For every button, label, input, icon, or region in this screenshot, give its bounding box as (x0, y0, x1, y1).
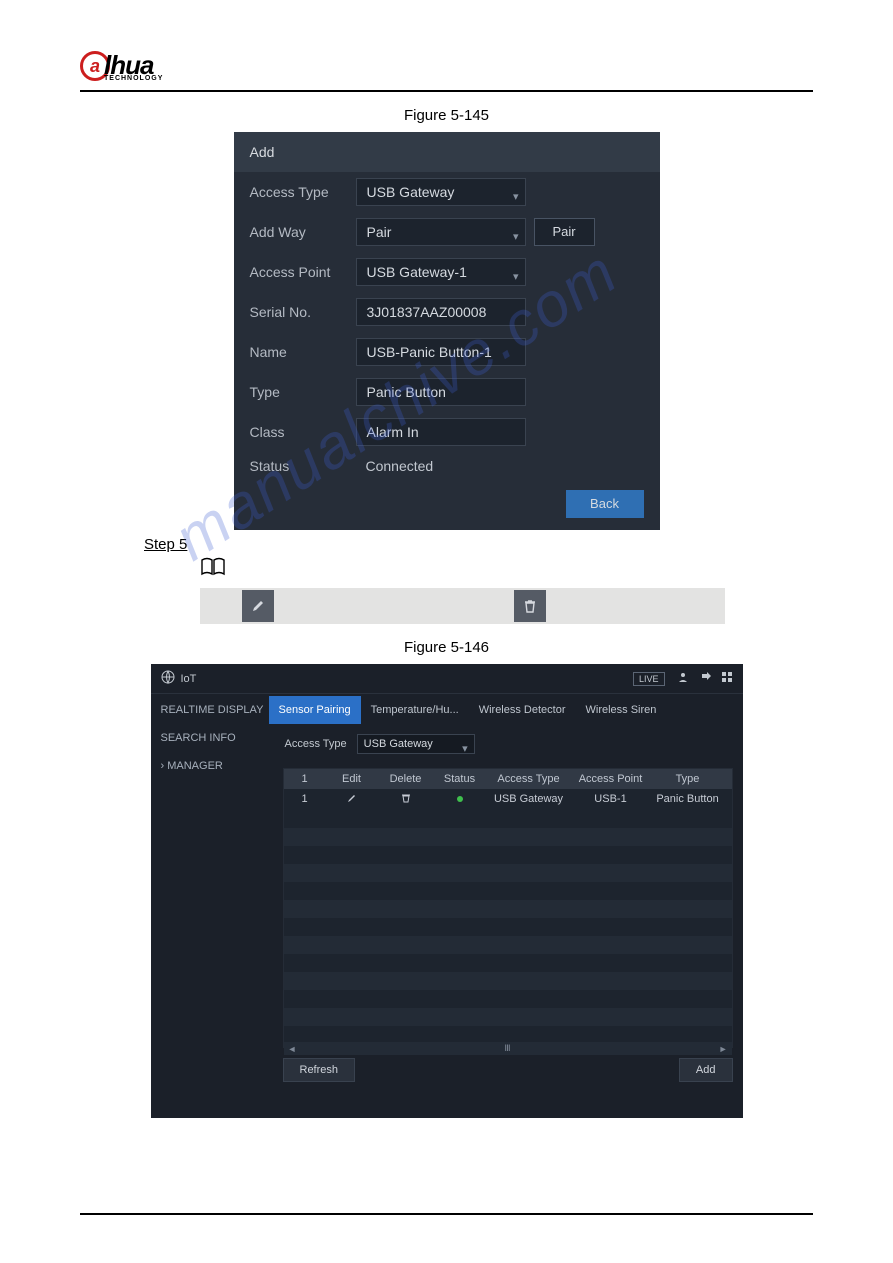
label-status: Status (250, 458, 348, 474)
table-header: 1 Edit Delete Status Access Type Access … (284, 769, 732, 789)
arrow-icon[interactable] (699, 671, 711, 686)
col-access-point: Access Point (572, 769, 650, 789)
select-access-point[interactable]: USB Gateway-1 (356, 258, 526, 286)
scroll-right-icon[interactable]: ► (719, 1044, 728, 1054)
header: a lhua TECHNOLOGY (80, 50, 813, 92)
tab-temperature[interactable]: Temperature/Hu... (361, 696, 469, 724)
tab-sensor-pairing[interactable]: Sensor Pairing (269, 696, 361, 724)
book-icon (200, 557, 813, 582)
cell-access-type: USB Gateway (486, 789, 572, 810)
value-serial: 3J01837AAZ00008 (367, 298, 487, 326)
cell-index: 1 (284, 789, 326, 810)
figure-caption-2: Figure 5-146 (80, 639, 813, 656)
input-serial[interactable]: 3J01837AAZ00008 (356, 298, 526, 326)
col-access-type: Access Type (486, 769, 572, 789)
refresh-button[interactable]: Refresh (283, 1058, 356, 1082)
label-class: Class (250, 424, 348, 440)
scroll-thumb[interactable]: Ⅲ (504, 1043, 510, 1054)
select-add-way[interactable]: Pair (356, 218, 526, 246)
footer-rule (80, 1213, 813, 1215)
label-name: Name (250, 344, 348, 360)
value-access-point: USB Gateway-1 (367, 258, 467, 286)
back-button[interactable]: Back (566, 490, 644, 518)
iot-panel: IoT LIVE REALTIME DISPLAY SEARCH INFO MA… (151, 664, 743, 1118)
sensor-table: 1 Edit Delete Status Access Type Access … (283, 768, 733, 1048)
value-access-type: USB Gateway (367, 178, 455, 206)
iot-header: IoT LIVE (151, 664, 743, 694)
value-class: Alarm In (367, 418, 419, 446)
horizontal-scrollbar[interactable]: ◄ Ⅲ ► (284, 1042, 732, 1055)
iot-title: IoT (181, 673, 197, 685)
table-empty-rows (284, 810, 732, 1042)
label-type: Type (250, 384, 348, 400)
globe-icon (161, 670, 175, 687)
label-access-type: Access Type (250, 184, 348, 200)
user-icon[interactable] (677, 671, 689, 686)
filter-label: Access Type (285, 738, 347, 750)
add-button[interactable]: Add (679, 1058, 733, 1082)
value-status: Connected (356, 458, 434, 474)
value-name: USB-Panic Button-1 (367, 338, 492, 366)
filter-select-access-type[interactable]: USB Gateway (357, 734, 475, 754)
sidebar-item-search[interactable]: SEARCH INFO (151, 724, 269, 752)
label-access-point: Access Point (250, 264, 348, 280)
dialog-title: Add (234, 132, 660, 172)
trash-icon[interactable] (514, 590, 546, 622)
cell-status-dot (434, 789, 486, 810)
select-access-type[interactable]: USB Gateway (356, 178, 526, 206)
cell-type: Panic Button (650, 789, 726, 810)
tab-wireless-detector[interactable]: Wireless Detector (469, 696, 576, 724)
tabs: Sensor Pairing Temperature/Hu... Wireles… (269, 696, 733, 724)
pencil-icon[interactable] (242, 590, 274, 622)
col-delete: Delete (378, 769, 434, 789)
input-name[interactable]: USB-Panic Button-1 (356, 338, 526, 366)
add-dialog: Add Access Type USB Gateway Add Way Pair… (234, 132, 660, 530)
cell-edit-icon[interactable] (326, 789, 378, 810)
step-label: Step 5 (144, 536, 813, 553)
brand-logo: a lhua TECHNOLOGY (80, 50, 163, 82)
input-class[interactable]: Alarm In (356, 418, 526, 446)
scroll-left-icon[interactable]: ◄ (288, 1044, 297, 1054)
table-row[interactable]: 1 USB Gateway USB-1 Panic Button (284, 789, 732, 810)
sidebar-item-manager[interactable]: MANAGER (151, 752, 269, 780)
sidebar-item-realtime[interactable]: REALTIME DISPLAY (151, 696, 269, 724)
col-status: Status (434, 769, 486, 789)
grid-icon[interactable] (721, 671, 733, 686)
label-add-way: Add Way (250, 224, 348, 240)
col-index: 1 (284, 769, 326, 789)
icon-bar (200, 588, 725, 624)
figure-caption-1: Figure 5-145 (80, 107, 813, 124)
col-type: Type (650, 769, 726, 789)
logo-subtext: TECHNOLOGY (104, 75, 163, 82)
input-type[interactable]: Panic Button (356, 378, 526, 406)
value-add-way: Pair (367, 218, 392, 246)
col-edit: Edit (326, 769, 378, 789)
filter-value: USB Gateway (364, 734, 433, 754)
pair-button[interactable]: Pair (534, 218, 595, 246)
live-badge: LIVE (633, 672, 665, 686)
value-type: Panic Button (367, 378, 446, 406)
tab-wireless-siren[interactable]: Wireless Siren (576, 696, 667, 724)
label-serial: Serial No. (250, 304, 348, 320)
cell-delete-icon[interactable] (378, 789, 434, 810)
cell-access-point: USB-1 (572, 789, 650, 810)
sidebar: REALTIME DISPLAY SEARCH INFO MANAGER (151, 694, 269, 1092)
